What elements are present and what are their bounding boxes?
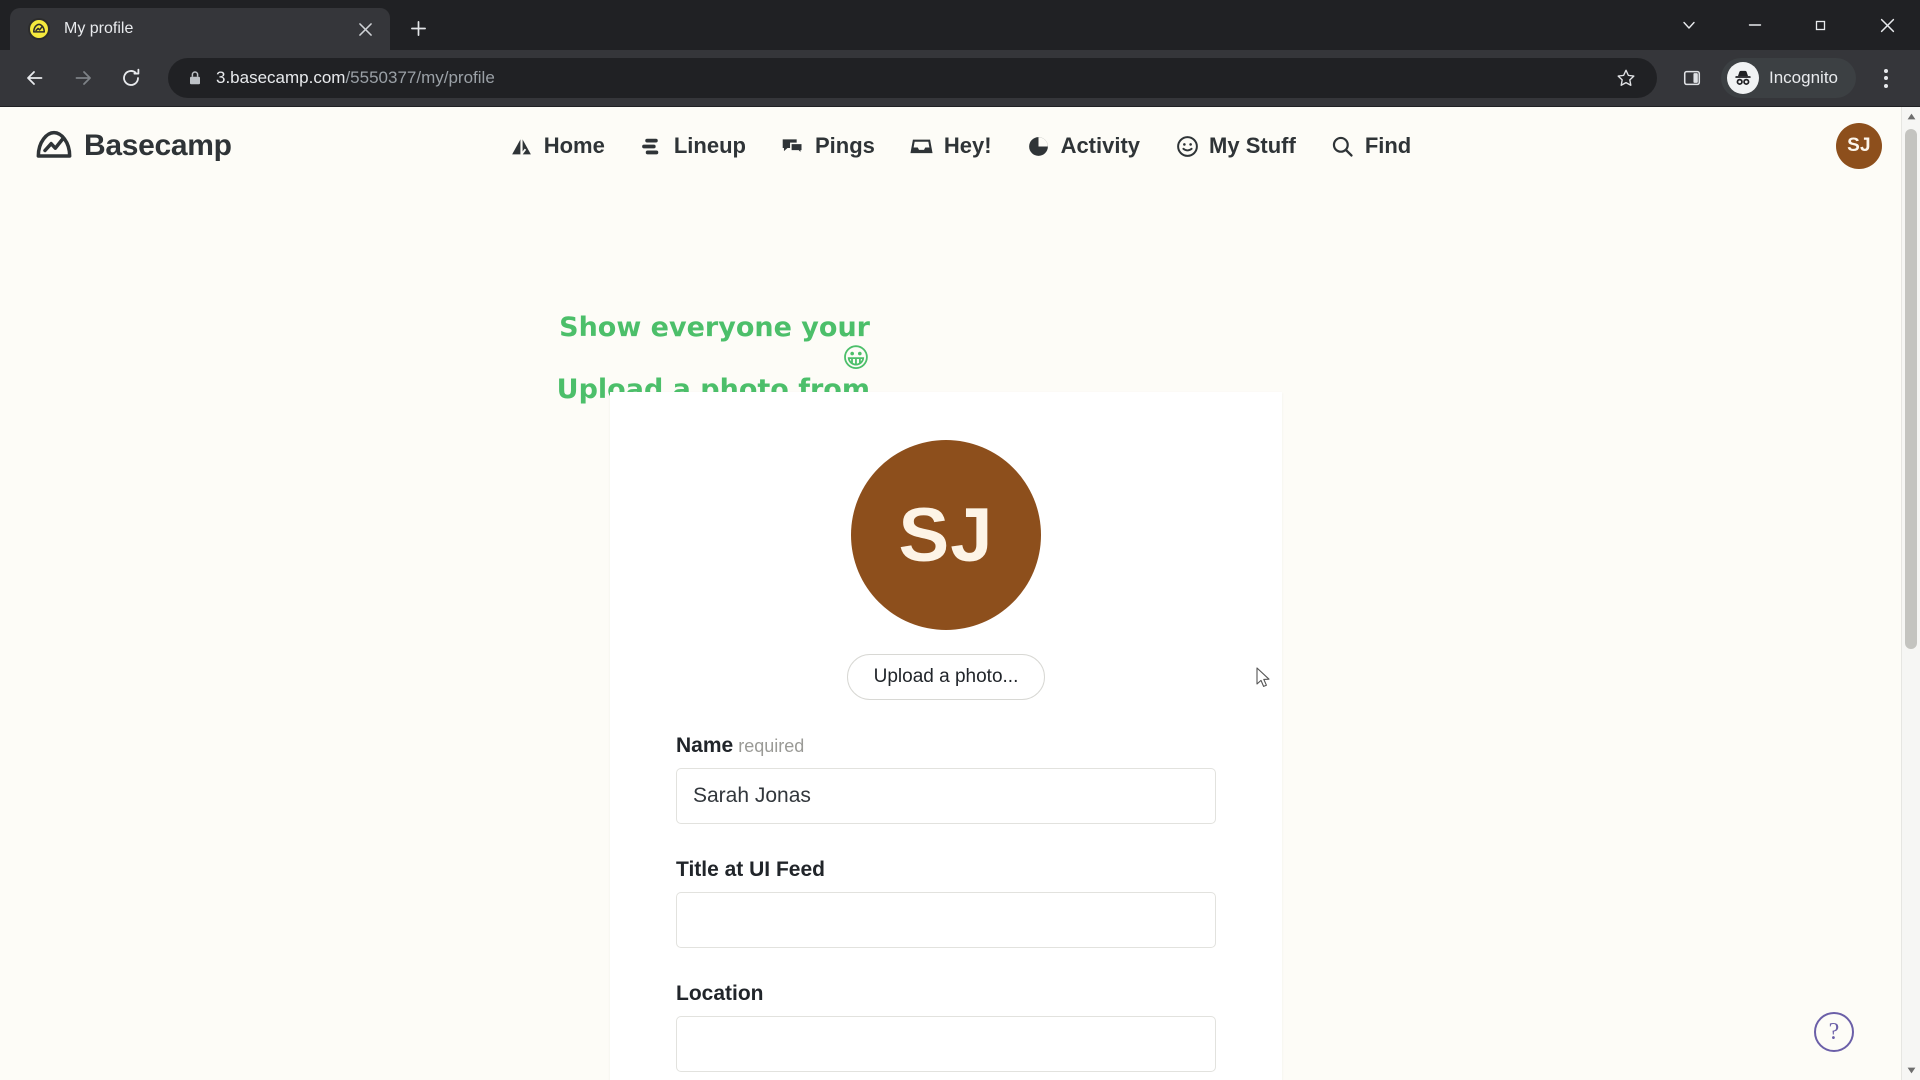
basecamp-navbar: Basecamp Home Lineup Pings Hey! Activity… bbox=[0, 107, 1920, 185]
back-arrow-icon[interactable] bbox=[14, 57, 56, 99]
basecamp-nav-menu: Home Lineup Pings Hey! Activity My Stuff… bbox=[0, 133, 1920, 159]
reload-icon[interactable] bbox=[110, 57, 152, 99]
field-label: Name required bbox=[676, 734, 1216, 758]
forward-arrow-icon[interactable] bbox=[62, 57, 104, 99]
title-input[interactable] bbox=[676, 892, 1216, 948]
smiley-face-icon bbox=[1174, 133, 1200, 159]
field-label: Title at UI Feed bbox=[676, 858, 1216, 882]
tab-title: My profile bbox=[64, 20, 134, 37]
incognito-label: Incognito bbox=[1769, 68, 1838, 87]
scroll-up-arrow-icon[interactable] bbox=[1902, 107, 1920, 126]
location-input[interactable] bbox=[676, 1016, 1216, 1072]
tent-icon bbox=[509, 133, 535, 159]
basecamp-logo-icon bbox=[34, 126, 74, 166]
inbox-tray-icon bbox=[909, 133, 935, 159]
field-label-text: Name bbox=[676, 734, 734, 757]
url-path: /5550377/my/profile bbox=[345, 68, 495, 87]
lineup-bars-icon bbox=[639, 133, 665, 159]
basecamp-logo[interactable]: Basecamp bbox=[34, 126, 232, 166]
new-tab-button[interactable] bbox=[400, 10, 436, 46]
avatar-block: SJ Upload a photo... bbox=[676, 436, 1216, 700]
nav-item-activity-label: Activity bbox=[1060, 133, 1141, 158]
nav-item-pings[interactable]: Pings bbox=[780, 133, 875, 159]
chevron-down-icon[interactable] bbox=[1656, 0, 1722, 50]
page-viewport: Basecamp Home Lineup Pings Hey! Activity… bbox=[0, 107, 1920, 1080]
form-field-location: Location bbox=[676, 982, 1216, 1072]
field-required-badge: required bbox=[738, 736, 805, 756]
field-label-text: Title at UI Feed bbox=[676, 858, 825, 881]
url-host: 3.basecamp.com bbox=[216, 68, 346, 87]
incognito-indicator[interactable]: Incognito bbox=[1721, 58, 1856, 98]
nav-item-my-stuff[interactable]: My Stuff bbox=[1174, 133, 1296, 159]
close-window-icon[interactable] bbox=[1854, 0, 1920, 50]
tab-strip: My profile bbox=[0, 0, 1920, 50]
field-label-text: Location bbox=[676, 982, 764, 1005]
nav-item-my-stuff-label: My Stuff bbox=[1209, 133, 1296, 158]
form-field-name: Name required bbox=[676, 734, 1216, 824]
help-button[interactable]: ? bbox=[1814, 1012, 1854, 1052]
lock-icon bbox=[188, 70, 202, 86]
profile-avatar[interactable]: SJ bbox=[851, 440, 1041, 630]
minimize-icon[interactable] bbox=[1722, 0, 1788, 50]
nav-item-home[interactable]: Home bbox=[509, 133, 605, 159]
browser-tab[interactable]: My profile bbox=[10, 8, 390, 50]
profile-card: SJ Upload a photo... Namerequired Title … bbox=[610, 392, 1282, 1080]
page-scrollbar[interactable] bbox=[1901, 107, 1920, 1080]
nav-item-lineup-label: Lineup bbox=[673, 133, 746, 158]
upload-photo-button[interactable]: Upload a photo... bbox=[846, 654, 1046, 700]
close-icon[interactable] bbox=[352, 16, 378, 42]
form-field-title: Title at UI Feed bbox=[676, 858, 1216, 948]
kebab-menu-icon[interactable] bbox=[1866, 57, 1906, 99]
nav-item-hey[interactable]: Hey! bbox=[909, 133, 992, 159]
nav-item-find-label: Find bbox=[1364, 133, 1412, 158]
field-label: Location bbox=[676, 982, 1216, 1006]
account-avatar[interactable]: SJ bbox=[1836, 123, 1882, 169]
basecamp-favicon-icon bbox=[28, 18, 50, 40]
chat-bubbles-icon bbox=[780, 133, 806, 159]
side-panel-icon[interactable] bbox=[1673, 59, 1711, 97]
basecamp-logo-text: Basecamp bbox=[84, 129, 232, 162]
window-controls bbox=[1656, 0, 1920, 50]
nav-item-pings-label: Pings bbox=[814, 133, 875, 158]
nav-item-hey-label: Hey! bbox=[943, 133, 992, 158]
star-icon[interactable] bbox=[1607, 59, 1645, 97]
nav-item-find[interactable]: Find bbox=[1330, 133, 1411, 159]
nav-item-activity[interactable]: Activity bbox=[1026, 133, 1140, 159]
browser-toolbar: 3.basecamp.com/5550377/my/profile Incogn… bbox=[0, 50, 1920, 107]
name-input[interactable] bbox=[676, 768, 1216, 824]
browser-window: My profile 3.basecamp.com/5550377/my/pro… bbox=[0, 0, 1920, 1080]
search-icon bbox=[1330, 133, 1356, 159]
incognito-hat-icon bbox=[1727, 62, 1759, 94]
nav-item-home-label: Home bbox=[543, 133, 605, 158]
address-bar[interactable]: 3.basecamp.com/5550377/my/profile bbox=[168, 58, 1657, 98]
url-text: 3.basecamp.com/5550377/my/profile bbox=[216, 68, 1593, 88]
nav-item-lineup[interactable]: Lineup bbox=[639, 133, 746, 159]
scroll-down-arrow-icon[interactable] bbox=[1902, 1061, 1920, 1080]
pie-chart-icon bbox=[1026, 133, 1052, 159]
maximize-icon[interactable] bbox=[1788, 0, 1854, 50]
scrollbar-thumb[interactable] bbox=[1905, 129, 1917, 649]
